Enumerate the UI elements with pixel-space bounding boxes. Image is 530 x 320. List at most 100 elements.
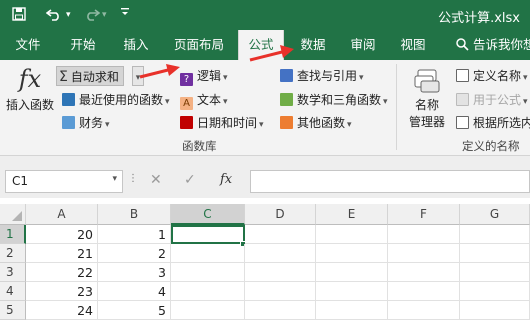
red-arrow-logical <box>139 64 180 79</box>
cell-d3[interactable] <box>245 263 316 282</box>
financial-label: 财务 <box>79 116 104 130</box>
cell-f4[interactable] <box>388 282 460 301</box>
cell-e2[interactable] <box>316 244 388 263</box>
column-header-b[interactable]: B <box>98 204 171 225</box>
cell-d1[interactable] <box>245 225 316 244</box>
autosum-button[interactable]: Σ 自动求和 <box>56 66 124 86</box>
title-bar: ▾ ▾ 公式计算.xlsx <box>0 0 530 30</box>
drag-dots-icon[interactable]: ⋮ <box>128 173 138 184</box>
tab-page-layout[interactable]: 页面布局 <box>164 30 234 60</box>
text-book-icon: A <box>180 97 193 110</box>
undo-dropdown-icon[interactable]: ▾ <box>66 10 71 20</box>
cell-b1[interactable]: 1 <box>98 225 171 244</box>
cell-a2[interactable]: 21 <box>26 244 98 263</box>
name-tags-icon <box>404 66 450 96</box>
fx-insert-icon[interactable]: fx <box>220 172 232 187</box>
chevron-down-icon: ▾ <box>223 73 228 83</box>
datetime-label: 日期和时间 <box>197 116 258 130</box>
customize-qat-icon[interactable] <box>120 5 130 23</box>
cell-d5[interactable] <box>245 301 316 320</box>
cell-c2[interactable] <box>171 244 245 263</box>
row-header-2[interactable]: 2 <box>0 244 26 263</box>
redo-dropdown-icon[interactable]: ▾ <box>102 10 107 20</box>
recent-functions-button[interactable]: 最近使用的函数 ▾ <box>62 91 170 108</box>
cell-b4[interactable]: 4 <box>98 282 171 301</box>
name-box[interactable]: C1 ▾ <box>5 170 123 193</box>
magnifier-book-icon <box>280 69 293 82</box>
financial-button[interactable]: 财务 ▾ <box>62 114 110 131</box>
cell-a3[interactable]: 22 <box>26 263 98 282</box>
cell-f2[interactable] <box>388 244 460 263</box>
enter-check-icon[interactable]: ✓ <box>184 172 196 188</box>
autosum-label: 自动求和 <box>70 70 119 84</box>
cell-f5[interactable] <box>388 301 460 320</box>
formula-input[interactable] <box>250 170 530 193</box>
column-header-d[interactable]: D <box>245 204 316 225</box>
cell-c1[interactable] <box>171 225 245 244</box>
row-header-3[interactable]: 3 <box>0 263 26 282</box>
cell-e1[interactable] <box>316 225 388 244</box>
insert-function-button[interactable]: fx 插入函数 <box>6 64 54 113</box>
datetime-button[interactable]: 日期和时间 ▾ <box>180 114 264 131</box>
column-header-g[interactable]: G <box>460 204 530 225</box>
cell-b2[interactable]: 2 <box>98 244 171 263</box>
more-functions-button[interactable]: 其他函数 ▾ <box>280 114 352 131</box>
cell-e5[interactable] <box>316 301 388 320</box>
name-manager-button[interactable]: 名称 管理器 <box>404 66 450 130</box>
cell-g1[interactable] <box>460 225 530 244</box>
tab-file[interactable]: 文件 <box>4 30 52 60</box>
star-book-icon <box>62 93 75 106</box>
row-header-4[interactable]: 4 <box>0 282 26 301</box>
cell-d4[interactable] <box>245 282 316 301</box>
use-in-formula-label: 用于公式 <box>473 93 522 107</box>
cell-f3[interactable] <box>388 263 460 282</box>
cell-d2[interactable] <box>245 244 316 263</box>
logical-button[interactable]: ? 逻辑 ▾ <box>180 67 228 86</box>
text-button[interactable]: A 文本 ▾ <box>180 91 228 110</box>
clock-book-icon <box>180 116 193 129</box>
column-header-e[interactable]: E <box>316 204 388 225</box>
logical-label: 逻辑 <box>197 69 222 83</box>
tell-me-box[interactable]: 告诉我你想 <box>456 30 530 60</box>
save-icon[interactable] <box>12 7 26 25</box>
cell-c5[interactable] <box>171 301 245 320</box>
lookup-reference-button[interactable]: 查找与引用 ▾ <box>280 67 364 84</box>
cancel-icon[interactable]: ✕ <box>150 172 162 188</box>
cell-a5[interactable]: 24 <box>26 301 98 320</box>
tab-view[interactable]: 视图 <box>390 30 436 60</box>
tab-data[interactable]: 数据 <box>290 30 336 60</box>
row-header-1[interactable]: 1 <box>0 225 26 244</box>
create-from-selection-button[interactable]: 根据所选内 <box>456 114 530 131</box>
define-name-button[interactable]: 定义名称 ▾ <box>456 67 528 84</box>
tab-home[interactable]: 开始 <box>58 30 108 60</box>
redo-icon[interactable] <box>84 7 101 25</box>
cell-c3[interactable] <box>171 263 245 282</box>
cell-g4[interactable] <box>460 282 530 301</box>
select-all-corner[interactable] <box>0 204 26 225</box>
use-in-formula-button[interactable]: 用于公式 ▾ <box>456 91 528 108</box>
math-trig-button[interactable]: 数学和三角函数 ▾ <box>280 91 388 108</box>
cell-g5[interactable] <box>460 301 530 320</box>
cell-g2[interactable] <box>460 244 530 263</box>
cell-e4[interactable] <box>316 282 388 301</box>
cell-g3[interactable] <box>460 263 530 282</box>
chevron-down-icon: ▾ <box>105 120 110 130</box>
chevron-down-icon: ▾ <box>523 73 528 83</box>
tab-review[interactable]: 审阅 <box>340 30 386 60</box>
cell-a1[interactable]: 20 <box>26 225 98 244</box>
cell-b3[interactable]: 3 <box>98 263 171 282</box>
tab-insert[interactable]: 插入 <box>112 30 160 60</box>
column-header-f[interactable]: F <box>388 204 460 225</box>
text-label: 文本 <box>197 93 222 107</box>
window-title: 公式计算.xlsx <box>438 11 520 26</box>
row-header-5[interactable]: 5 <box>0 301 26 320</box>
column-header-a[interactable]: A <box>26 204 98 225</box>
cell-a4[interactable]: 23 <box>26 282 98 301</box>
column-header-c[interactable]: C <box>171 204 245 225</box>
lookup-label: 查找与引用 <box>297 69 358 83</box>
undo-icon[interactable] <box>45 7 62 25</box>
cell-e3[interactable] <box>316 263 388 282</box>
cell-b5[interactable]: 5 <box>98 301 171 320</box>
cell-f1[interactable] <box>388 225 460 244</box>
cell-c4[interactable] <box>171 282 245 301</box>
